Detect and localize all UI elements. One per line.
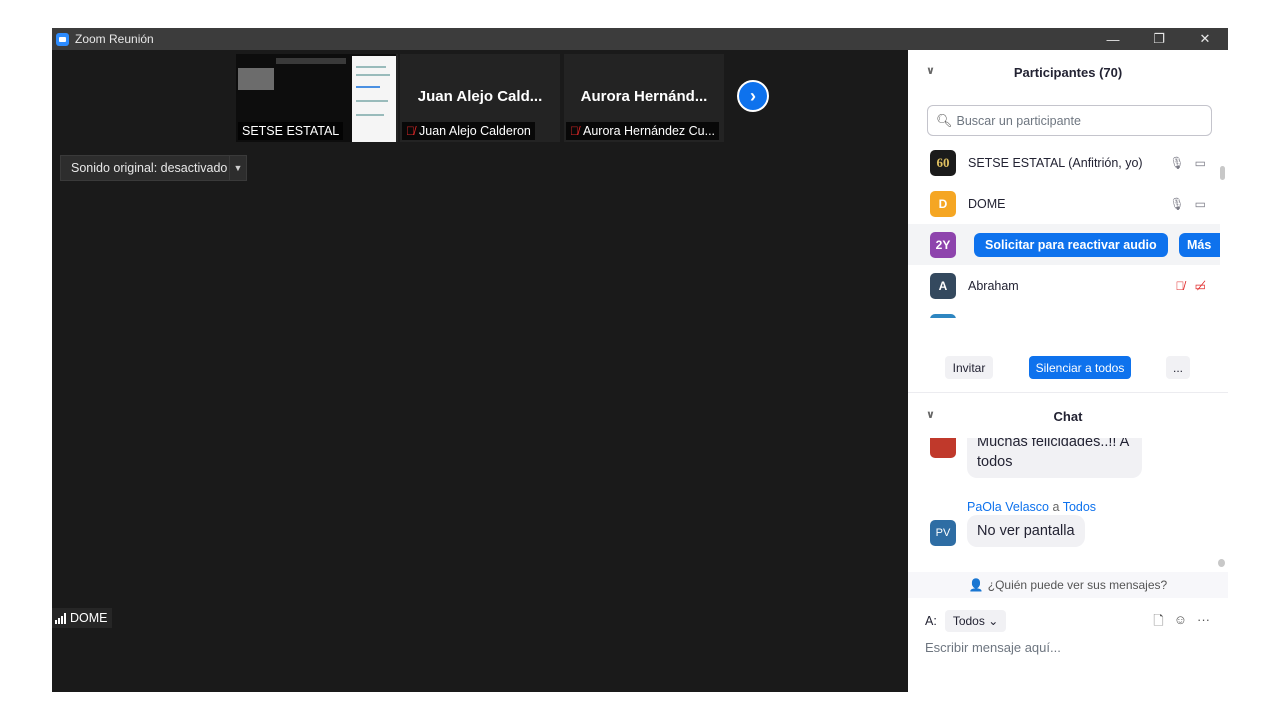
thumbnail-name: Aurora Hernánd... [580,88,708,105]
more-icon[interactable]: ··· [1197,612,1210,634]
avatar: 2Y [930,231,956,258]
avatar [930,438,956,458]
window-title: Zoom Reunión [75,32,154,46]
chat-tools: 🗋 ☺ ··· [1153,612,1210,634]
participant-row[interactable]: 60 SETSE ESTATAL (Anfitrión, yo) 🎙 ▭ [908,142,1220,183]
chat-message: Muchas felicidades..!! A todos [967,438,1142,478]
participant-row[interactable]: D DOME 🎙 ▭ [908,183,1220,224]
recipient-select[interactable]: Todos ⌄ [944,610,1007,632]
participants-scrollbar[interactable] [1220,166,1225,180]
minimize-button[interactable]: — [1090,28,1136,50]
chat-message-input[interactable]: Escribir mensaje aquí... [925,640,1061,655]
search-icon: 🔍︎ [936,112,953,128]
thumbnail-label: 🎙̸ Aurora Hernández Cu... [566,122,720,140]
request-unmute-button[interactable]: Solicitar para reactivar audio [974,233,1168,257]
avatar: D [930,190,956,217]
more-button[interactable]: Más [1179,233,1220,257]
original-sound-button[interactable]: Sonido original: desactivado [60,155,239,181]
thumbnail-label: SETSE ESTATAL [238,122,344,140]
message-sender: PaOla Velasco a Todos [967,500,1097,514]
camera-icon[interactable]: ▭ [1195,156,1206,170]
search-placeholder: Buscar un participante [956,113,1081,128]
emoji-icon[interactable]: ☺ [1174,612,1187,634]
participant-row[interactable]: A Abraham 🎙̸ ▭̸ [908,265,1220,306]
chat-messages[interactable]: Muchas felicidades..!! A todos PaOla Vel… [908,438,1220,568]
mic-icon[interactable]: 🎙 [1169,197,1184,211]
avatar: A [930,272,956,299]
chat-message: No ver pantalla [967,515,1085,547]
invite-button[interactable]: Invitar [945,356,993,379]
side-panel: ∨ Participantes (70) 🔍︎ Buscar un partic… [908,50,1228,692]
participant-row[interactable]: 2Y Solicitar para reactivar audio Más [908,224,1220,265]
chat-title: Chat [1053,408,1083,424]
chevron-down-icon[interactable]: ∨ [926,408,935,421]
mic-muted-icon[interactable]: 🎙̸ [1176,279,1185,293]
more-options-button[interactable]: ... [1166,356,1190,379]
mic-muted-icon: 🎙̸ [570,124,579,138]
video-thumbnail-aurora[interactable]: Aurora Hernánd... 🎙̸ Aurora Hernández Cu… [564,54,724,142]
camera-off-icon[interactable]: ▭̸ [1195,279,1206,293]
people-icon: 👤 [968,578,984,592]
participants-title: Participantes (70) [1013,64,1123,80]
chat-scrollbar[interactable] [1218,559,1225,567]
close-button[interactable]: ✕ [1182,28,1228,50]
to-label: A: [925,614,937,628]
thumbnail-label: 🎙̸ Juan Alejo Calderon [402,122,535,140]
participant-row[interactable] [908,306,1220,318]
participant-name: DOME [968,196,1006,211]
divider [908,392,1228,393]
thumbnail-name: Juan Alejo Cald... [417,88,543,105]
participants-header: ∨ Participantes (70) [908,50,1228,94]
video-stage: SETSE ESTATAL Juan Alejo Cald... 🎙̸ Juan… [52,50,908,692]
title-bar: Zoom Reunión — ❐ ✕ [52,28,1228,50]
file-icon[interactable]: 🗋 [1153,612,1163,634]
video-thumbnail-juan[interactable]: Juan Alejo Cald... 🎙̸ Juan Alejo Caldero… [400,54,560,142]
original-sound-dropdown[interactable]: ▼ [229,155,247,181]
chevron-down-icon: ⌄ [988,614,999,628]
participant-name: SETSE ESTATAL (Anfitrión, yo) [968,155,1143,170]
next-page-button[interactable]: › [737,80,769,112]
avatar: 60 [930,149,956,176]
caret-down-icon: ▼ [233,163,243,173]
participant-name: Abraham [968,278,1019,293]
mic-icon[interactable]: 🎙 [1169,156,1184,170]
participant-list[interactable]: 60 SETSE ESTATAL (Anfitrión, yo) 🎙 ▭ D DO… [908,142,1220,318]
mute-all-button[interactable]: Silenciar a todos [1029,356,1131,379]
zoom-logo-icon [56,32,69,46]
chat-recipient-row: A: Todos ⌄ [925,610,1007,632]
zoom-window: Zoom Reunión — ❐ ✕ SETSE ESTATAL Juan Al… [52,28,1228,692]
video-thumbnail-setse[interactable]: SETSE ESTATAL [236,54,398,142]
chat-header: ∨ Chat [908,394,1228,438]
camera-icon[interactable]: ▭ [1195,197,1206,211]
participant-actions: Invitar Silenciar a todos ... [908,356,1228,382]
chevron-down-icon[interactable]: ∨ [926,64,935,77]
mic-muted-icon: 🎙̸ [406,124,415,138]
active-speaker-tag: DOME [52,608,112,628]
avatar [930,313,956,318]
signal-bars-icon [55,612,66,624]
who-can-see-messages[interactable]: 👤 ¿Quién puede ver sus mensajes? [908,572,1228,598]
avatar: PV [930,520,956,546]
chevron-right-icon: › [750,85,756,106]
participant-search-input[interactable]: 🔍︎ Buscar un participante [927,105,1212,136]
restore-button[interactable]: ❐ [1136,28,1182,50]
